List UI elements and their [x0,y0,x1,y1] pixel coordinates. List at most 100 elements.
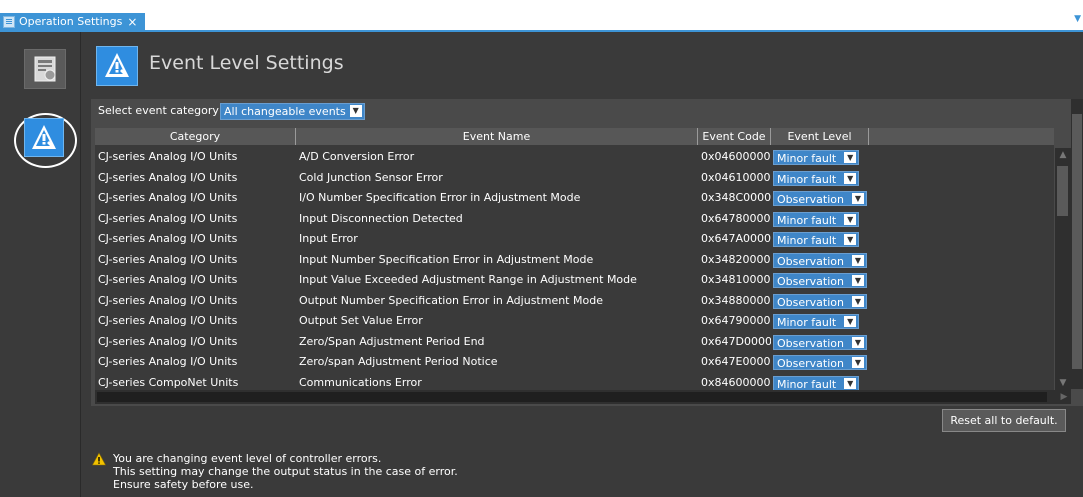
nav-event-level-button[interactable] [24,118,64,157]
cell-event-name: Input Number Specification Error in Adju… [299,252,594,266]
table-vertical-scrollbar[interactable]: ▲ ▼ [1055,148,1071,390]
chevron-down-icon[interactable]: ▼ [844,152,857,163]
side-nav [0,32,81,497]
warning-message: You are changing event level of controll… [113,452,458,491]
cell-event-name: Output Set Value Error [299,314,423,327]
chevron-down-icon[interactable]: ▼ [851,295,864,307]
reset-all-button[interactable]: Reset all to default. [942,409,1066,432]
cell-category: CJ-series Analog I/O Units [98,293,238,307]
table-row[interactable]: CJ-series CompoNet Units Communications E… [95,373,1054,391]
event-level-value: Minor fault [777,316,837,329]
cell-category: CJ-series Analog I/O Units [98,170,238,184]
event-category-value: All changeable events [224,105,346,118]
cell-event-code: 0x04610000 [701,170,771,184]
scroll-thumb[interactable] [1072,114,1082,369]
table-row[interactable]: CJ-series Analog I/O Units Input Error 0x6… [95,229,1054,249]
event-level-select[interactable]: Observation ▼ [773,273,867,288]
table-header: Category Event Name Event Code Event Lev… [95,128,1054,145]
column-header-category[interactable]: Category [95,128,296,145]
event-level-select[interactable]: Observation ▼ [773,334,867,350]
event-category-select[interactable]: All changeable events ▼ [220,103,365,120]
event-level-value: Observation [777,336,844,350]
event-table: Category Event Name Event Code Event Lev… [95,128,1054,390]
column-header-event-code[interactable]: Event Code [698,128,771,145]
event-level-select[interactable]: Observation ▼ [773,191,867,206]
scroll-thumb[interactable] [97,392,1047,402]
table-row[interactable]: CJ-series Analog I/O Units Output Set Val… [95,311,1054,331]
scroll-up-icon[interactable]: ▲ [1055,148,1071,162]
table-row[interactable]: CJ-series Analog I/O Units Zero/span Adju… [95,352,1054,372]
table-row[interactable]: CJ-series Analog I/O Units Cold Junction … [95,168,1054,188]
chevron-down-icon[interactable]: ▼ [844,316,857,327]
chevron-down-icon[interactable]: ▼ [851,254,864,266]
chevron-down-icon[interactable]: ▼ [349,105,362,117]
table-row[interactable]: CJ-series Analog I/O Units Zero/Span Adju… [95,332,1054,352]
scroll-thumb[interactable] [1057,166,1068,216]
event-level-select[interactable]: Observation ▼ [773,293,867,309]
table-row[interactable]: CJ-series Analog I/O Units Input Value Ex… [95,270,1054,290]
cell-category: CJ-series Analog I/O Units [98,191,238,204]
event-level-value: Observation [777,254,844,268]
cell-category: CJ-series Analog I/O Units [98,211,238,225]
cell-category: CJ-series Analog I/O Units [98,314,238,327]
event-level-select[interactable]: Minor fault ▼ [773,170,860,186]
event-level-value: Minor fault [777,377,837,391]
event-level-select[interactable]: Minor fault ▼ [773,211,860,227]
cell-event-name: Zero/span Adjustment Period Notice [299,355,498,368]
event-level-value: Observation [777,193,844,206]
chevron-down-icon[interactable]: ▼ [844,377,857,389]
tab-operation-settings[interactable]: Operation Settings × [0,13,146,30]
cell-event-name: Zero/Span Adjustment Period End [299,334,485,348]
event-level-select[interactable]: Minor fault ▼ [773,232,860,247]
settings-sheet-icon [34,56,56,82]
cell-category: CJ-series CompoNet Units [98,375,239,389]
nav-operation-settings-button[interactable] [24,49,66,89]
event-level-header-icon [96,46,138,86]
table-horizontal-scrollbar[interactable]: ◀ ▶ [95,390,1071,404]
scroll-right-icon[interactable]: ▶ [1057,390,1071,404]
chevron-down-icon[interactable]: ▼ [844,234,857,245]
warning-wrench-icon [32,125,56,149]
cell-category: CJ-series Analog I/O Units [98,232,238,245]
panel-vertical-scrollbar[interactable] [1071,99,1083,389]
event-level-select[interactable]: Minor fault ▼ [773,375,860,391]
event-level-select[interactable]: Minor fault ▼ [773,314,860,329]
warning-wrench-icon [105,53,129,77]
cell-event-code: 0x64780000 [701,211,771,225]
column-header-event-level[interactable]: Event Level [771,128,869,145]
cell-event-code: 0x34810000 [701,273,771,286]
cell-event-name: A/D Conversion Error [299,150,415,163]
table-row[interactable]: CJ-series Analog I/O Units Output Number … [95,291,1054,311]
chevron-down-icon[interactable]: ▼ [1074,14,1081,24]
cell-event-name: Input Error [299,232,358,245]
chevron-down-icon[interactable]: ▼ [851,275,864,286]
table-row[interactable]: CJ-series Analog I/O Units Input Number S… [95,250,1054,270]
cell-category: CJ-series Analog I/O Units [98,150,238,163]
tab-label: Operation Settings [19,15,123,28]
cell-category: CJ-series Analog I/O Units [98,334,238,348]
event-level-select[interactable]: Minor fault ▼ [773,150,860,165]
cell-event-code: 0x348C0000 [701,191,771,204]
cell-event-name: Communications Error [299,375,422,389]
cell-event-code: 0x84600000 [701,375,771,389]
table-row[interactable]: CJ-series Analog I/O Units Input Disconne… [95,209,1054,229]
event-level-select[interactable]: Observation ▼ [773,355,867,370]
chevron-down-icon[interactable]: ▼ [851,193,864,204]
event-level-value: Minor fault [777,152,837,165]
cell-event-code: 0x64790000 [701,314,771,327]
cell-event-name: Input Value Exceeded Adjustment Range in… [299,273,637,286]
event-level-value: Observation [777,357,844,370]
chevron-down-icon[interactable]: ▼ [844,172,857,184]
cell-event-name: Output Number Specification Error in Adj… [299,293,603,307]
chevron-down-icon[interactable]: ▼ [844,213,857,225]
table-row[interactable]: CJ-series Analog I/O Units A/D Conversion… [95,147,1054,167]
table-row[interactable]: CJ-series Analog I/O Units I/O Number Spe… [95,188,1054,208]
chevron-down-icon[interactable]: ▼ [851,336,864,348]
close-icon[interactable]: × [127,15,137,29]
chevron-down-icon[interactable]: ▼ [851,357,864,368]
column-header-event-name[interactable]: Event Name [296,128,698,145]
event-level-value: Observation [777,275,844,288]
tab-strip: Operation Settings × ▼ [0,0,1083,30]
scroll-down-icon[interactable]: ▼ [1055,376,1071,390]
event-level-select[interactable]: Observation ▼ [773,252,867,268]
